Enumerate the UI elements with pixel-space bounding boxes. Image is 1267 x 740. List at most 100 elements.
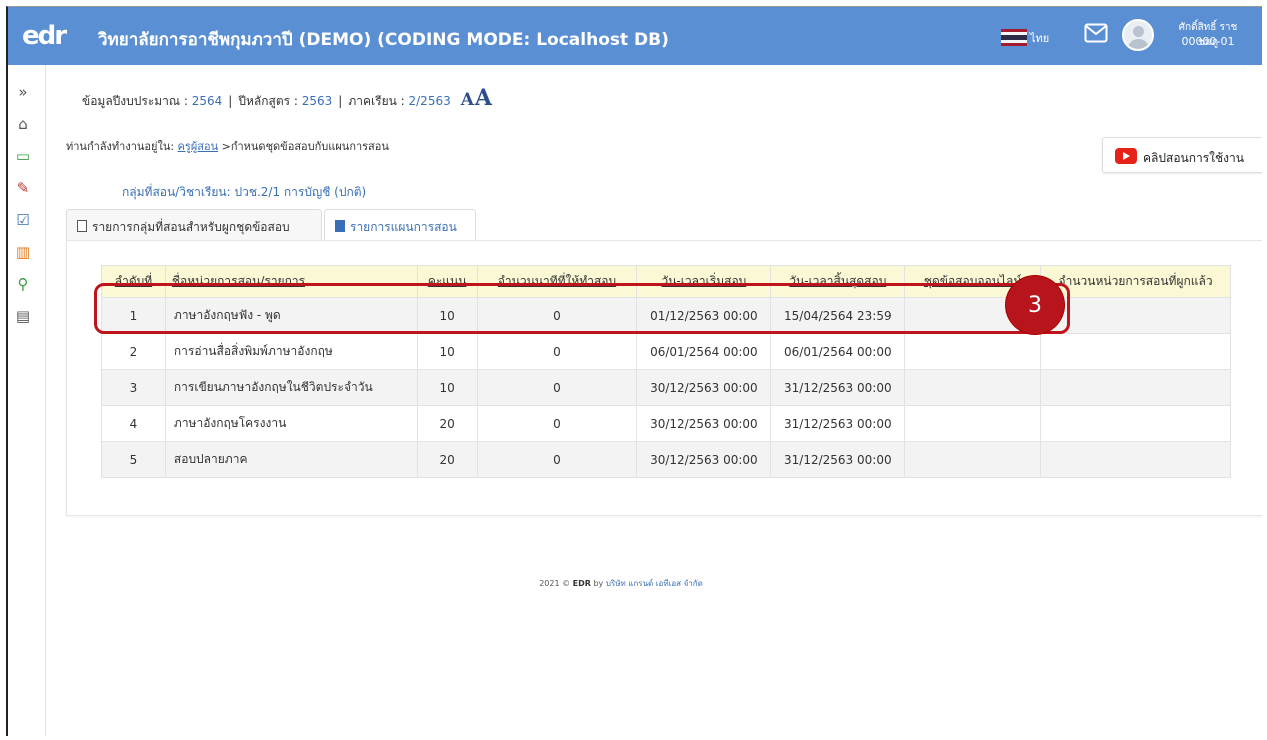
home-icon[interactable]: ⌂	[12, 113, 34, 135]
separator: |	[338, 94, 343, 108]
cell-end: 15/04/2564 23:59	[770, 297, 906, 334]
cell-bound-units	[1040, 441, 1231, 478]
separator: |	[228, 94, 233, 108]
cell-score: 10	[416, 369, 478, 406]
cell-score: 10	[416, 333, 478, 370]
pencil-icon[interactable]: ✎	[12, 177, 34, 199]
monitor-icon[interactable]: ▭	[12, 145, 34, 167]
step-number-badge: 3	[1006, 276, 1064, 334]
youtube-play-icon	[1115, 148, 1137, 164]
footer: 2021 © EDR by บริษัท แกรนด์ เอทีเอส จำกั…	[46, 577, 1196, 590]
budget-value[interactable]: 2564	[192, 94, 223, 108]
expand-icon[interactable]: »	[12, 81, 34, 103]
cell-no: 4	[101, 405, 166, 442]
font-size-small-button[interactable]: A	[461, 90, 474, 110]
cell-online-exam[interactable]	[904, 333, 1042, 370]
column-header-name[interactable]: ชื่อหน่วยการสอน/รายการ	[164, 265, 418, 298]
cell-name[interactable]: การเขียนภาษาอังกฤษในชีวิตประจำวัน	[164, 369, 418, 406]
inbox-icon[interactable]: ▤	[12, 305, 34, 327]
cell-no: 3	[101, 369, 166, 406]
user-id[interactable]: 00000-01	[1172, 35, 1244, 48]
tab-label: รายการกลุ่มที่สอนสำหรับผูกชุดข้อสอบ	[92, 220, 290, 234]
checkbox-icon[interactable]: ☑	[12, 209, 34, 231]
curriculum-label: ปีหลักสูตร :	[238, 94, 298, 108]
cell-no: 2	[101, 333, 166, 370]
avatar-head	[1133, 26, 1144, 37]
footer-year: 2021 ©	[539, 579, 571, 588]
cell-online-exam[interactable]	[904, 369, 1042, 406]
app-title: วิทยาลัยการอาชีพกุมภวาปี (DEMO) (CODING …	[98, 30, 669, 50]
column-header-no[interactable]: ลำดับที่	[101, 265, 166, 298]
cell-online-exam[interactable]	[904, 405, 1042, 442]
document-icon	[335, 220, 345, 232]
cell-start: 30/12/2563 00:00	[636, 441, 772, 478]
breadcrumb-prefix: ท่านกำลังทำงานอยู่ใน:	[66, 140, 175, 153]
cell-score: 10	[416, 297, 478, 334]
curriculum-value[interactable]: 2563	[302, 94, 333, 108]
books-icon[interactable]: ▥	[12, 241, 34, 263]
cell-no: 5	[101, 441, 166, 478]
fiscal-info-bar: ข้อมูลปีงบประมาณ : 2564 | ปีหลักสูตร : 2…	[82, 85, 492, 111]
cell-start: 30/12/2563 00:00	[636, 405, 772, 442]
cell-end: 31/12/2563 00:00	[770, 441, 906, 478]
video-tutorial-label: คลิปสอนการใช้งาน	[1143, 151, 1244, 165]
mail-icon[interactable]	[1084, 23, 1108, 43]
cell-minutes: 0	[476, 297, 638, 334]
main-content: ข้อมูลปีงบประมาณ : 2564 | ปีหลักสูตร : 2…	[46, 65, 1262, 736]
breadcrumb-link[interactable]: ครูผู้สอน	[178, 140, 219, 153]
user-icon[interactable]: ⚲	[12, 273, 34, 295]
table-row[interactable]: 3 การเขียนภาษาอังกฤษในชีวิตประจำวัน 10 0…	[101, 369, 1231, 406]
footer-by: by	[593, 579, 604, 588]
group-subject-line: กลุ่มที่สอน/วิชาเรียน: ปวช.2/1 การบัญชี …	[122, 185, 367, 199]
cell-bound-units	[1040, 333, 1231, 370]
cell-minutes: 0	[476, 441, 638, 478]
cell-start: 30/12/2563 00:00	[636, 369, 772, 406]
column-header-start[interactable]: วัน-เวลาเริ่มสอบ	[636, 265, 772, 298]
edr-logo[interactable]: edr	[22, 21, 67, 51]
cell-bound-units	[1040, 369, 1231, 406]
cell-no: 1	[101, 297, 166, 334]
table-row[interactable]: 4 ภาษาอังกฤษโครงงาน 20 0 30/12/2563 00:0…	[101, 405, 1231, 442]
cell-score: 20	[416, 405, 478, 442]
breadcrumb: ท่านกำลังทำงานอยู่ใน: ครูผู้สอน >กำหนดชุ…	[66, 137, 389, 155]
cell-name[interactable]: ภาษาอังกฤษฟัง - พูด	[164, 297, 418, 334]
column-header-end[interactable]: วัน-เวลาสิ้นสุดสอบ	[770, 265, 906, 298]
cell-bound-units	[1040, 405, 1231, 442]
column-header-minutes[interactable]: จำนวนนาทีที่ให้ทำสอบ	[476, 265, 638, 298]
document-icon	[77, 220, 87, 232]
table-row[interactable]: 2 การอ่านสื่อสิ่งพิมพ์ภาษาอังกฤษ 10 0 06…	[101, 333, 1231, 370]
avatar[interactable]	[1122, 19, 1154, 51]
cell-start: 01/12/2563 00:00	[636, 297, 772, 334]
sidebar: » ⌂ ▭ ✎ ☑ ▥ ⚲ ▤	[8, 65, 46, 736]
video-tutorial-button[interactable]: คลิปสอนการใช้งาน	[1102, 137, 1262, 173]
cell-name[interactable]: สอบปลายภาค	[164, 441, 418, 478]
cell-name[interactable]: ภาษาอังกฤษโครงงาน	[164, 405, 418, 442]
flag-stripe	[1001, 43, 1027, 46]
tab-panel: ลำดับที่ ชื่อหน่วยการสอน/รายการ คะแนน จำ…	[66, 240, 1262, 516]
cell-end: 06/01/2564 00:00	[770, 333, 906, 370]
top-navbar: edr วิทยาลัยการอาชีพกุมภวาปี (DEMO) (COD…	[8, 7, 1262, 65]
avatar-body	[1128, 39, 1149, 49]
cell-minutes: 0	[476, 333, 638, 370]
column-header-score[interactable]: คะแนน	[416, 265, 478, 298]
font-size-large-button[interactable]: A	[475, 85, 492, 111]
cell-online-exam[interactable]	[904, 441, 1042, 478]
footer-company-link[interactable]: บริษัท แกรนด์ เอทีเอส จำกัด	[606, 579, 703, 588]
tab-label: รายการแผนการสอน	[350, 220, 457, 234]
semester-value[interactable]: 2/2563	[409, 94, 451, 108]
cell-score: 20	[416, 441, 478, 478]
table-row[interactable]: 5 สอบปลายภาค 20 0 30/12/2563 00:00 31/12…	[101, 441, 1231, 478]
language-label[interactable]: ไทย	[1030, 29, 1049, 47]
column-header-bound-units[interactable]: จำนวนหน่วยการสอนที่ผูกแล้ว	[1040, 265, 1231, 298]
thai-flag-icon[interactable]	[1001, 29, 1027, 46]
app-window: edr วิทยาลัยการอาชีพกุมภวาปี (DEMO) (COD…	[6, 6, 1262, 736]
cell-end: 31/12/2563 00:00	[770, 369, 906, 406]
cell-start: 06/01/2564 00:00	[636, 333, 772, 370]
cell-end: 31/12/2563 00:00	[770, 405, 906, 442]
cell-name[interactable]: การอ่านสื่อสิ่งพิมพ์ภาษาอังกฤษ	[164, 333, 418, 370]
budget-label: ข้อมูลปีงบประมาณ :	[82, 94, 188, 108]
tab-group-list[interactable]: รายการกลุ่มที่สอนสำหรับผูกชุดข้อสอบ	[66, 209, 322, 241]
cell-minutes: 0	[476, 405, 638, 442]
cell-bound-units	[1040, 297, 1231, 334]
tab-teaching-plan[interactable]: รายการแผนการสอน	[324, 209, 476, 242]
